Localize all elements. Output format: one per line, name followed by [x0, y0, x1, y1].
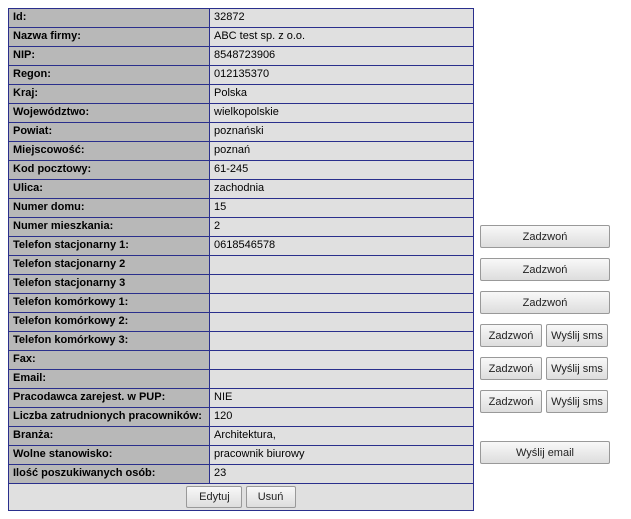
send-email-button[interactable]: Wyślij email: [480, 441, 610, 464]
mobile1-label: Telefon komórkowy 1:: [9, 294, 210, 313]
call-phone1-button[interactable]: Zadzwoń: [480, 225, 610, 248]
mobile2-value: [210, 313, 474, 332]
call-phone2-button[interactable]: Zadzwoń: [480, 258, 610, 281]
fax-value: [210, 351, 474, 370]
edit-button[interactable]: Edytuj: [186, 486, 242, 508]
call-mobile3-button[interactable]: Zadzwoń: [480, 390, 542, 413]
postcode-value: 61-245: [210, 161, 474, 180]
id-value: 32872: [210, 9, 474, 28]
apartment-label: Numer mieszkania:: [9, 218, 210, 237]
regon-value: 012135370: [210, 66, 474, 85]
mobile1-value: [210, 294, 474, 313]
call-mobile1-button[interactable]: Zadzwoń: [480, 324, 542, 347]
actions-panel: Zadzwoń Zadzwoń Zadzwoń ZadzwońWyślij sm…: [480, 8, 610, 464]
seeking-value: 23: [210, 465, 474, 484]
mobile2-label: Telefon komórkowy 2:: [9, 313, 210, 332]
employees-value: 120: [210, 408, 474, 427]
delete-button[interactable]: Usuń: [246, 486, 296, 508]
regon-label: Regon:: [9, 66, 210, 85]
call-mobile2-button[interactable]: Zadzwoń: [480, 357, 542, 380]
city-value: poznań: [210, 142, 474, 161]
position-value: pracownik biurowy: [210, 446, 474, 465]
nip-value: 8548723906: [210, 47, 474, 66]
county-value: poznański: [210, 123, 474, 142]
industry-value: Architektura,: [210, 427, 474, 446]
country-label: Kraj:: [9, 85, 210, 104]
mobile3-value: [210, 332, 474, 351]
street-label: Ulica:: [9, 180, 210, 199]
sms-mobile1-button[interactable]: Wyślij sms: [546, 324, 608, 347]
phone1-label: Telefon stacjonarny 1:: [9, 237, 210, 256]
company-name-label: Nazwa firmy:: [9, 28, 210, 47]
street-value: zachodnia: [210, 180, 474, 199]
country-value: Polska: [210, 85, 474, 104]
fax-label: Fax:: [9, 351, 210, 370]
employees-label: Liczba zatrudnionych pracowników:: [9, 408, 210, 427]
call-phone3-button[interactable]: Zadzwoń: [480, 291, 610, 314]
pup-label: Pracodawca zarejest. w PUP:: [9, 389, 210, 408]
pup-value: NIE: [210, 389, 474, 408]
phone3-value: [210, 275, 474, 294]
voivodeship-value: wielkopolskie: [210, 104, 474, 123]
voivodeship-label: Województwo:: [9, 104, 210, 123]
city-label: Miejscowość:: [9, 142, 210, 161]
phone3-label: Telefon stacjonarny 3: [9, 275, 210, 294]
sms-mobile2-button[interactable]: Wyślij sms: [546, 357, 608, 380]
house-label: Numer domu:: [9, 199, 210, 218]
company-name-value: ABC test sp. z o.o.: [210, 28, 474, 47]
seeking-label: Ilość poszukiwanych osób:: [9, 465, 210, 484]
postcode-label: Kod pocztowy:: [9, 161, 210, 180]
sms-mobile3-button[interactable]: Wyślij sms: [546, 390, 608, 413]
phone2-value: [210, 256, 474, 275]
email-value: [210, 370, 474, 389]
position-label: Wolne stanowisko:: [9, 446, 210, 465]
county-label: Powiat:: [9, 123, 210, 142]
email-label: Email:: [9, 370, 210, 389]
phone1-value: 0618546578: [210, 237, 474, 256]
house-value: 15: [210, 199, 474, 218]
nip-label: NIP:: [9, 47, 210, 66]
company-details-table: Id:32872 Nazwa firmy:ABC test sp. z o.o.…: [8, 8, 474, 511]
mobile3-label: Telefon komórkowy 3:: [9, 332, 210, 351]
id-label: Id:: [9, 9, 210, 28]
apartment-value: 2: [210, 218, 474, 237]
phone2-label: Telefon stacjonarny 2: [9, 256, 210, 275]
action-row: Edytuj Usuń: [9, 484, 474, 511]
industry-label: Branża:: [9, 427, 210, 446]
